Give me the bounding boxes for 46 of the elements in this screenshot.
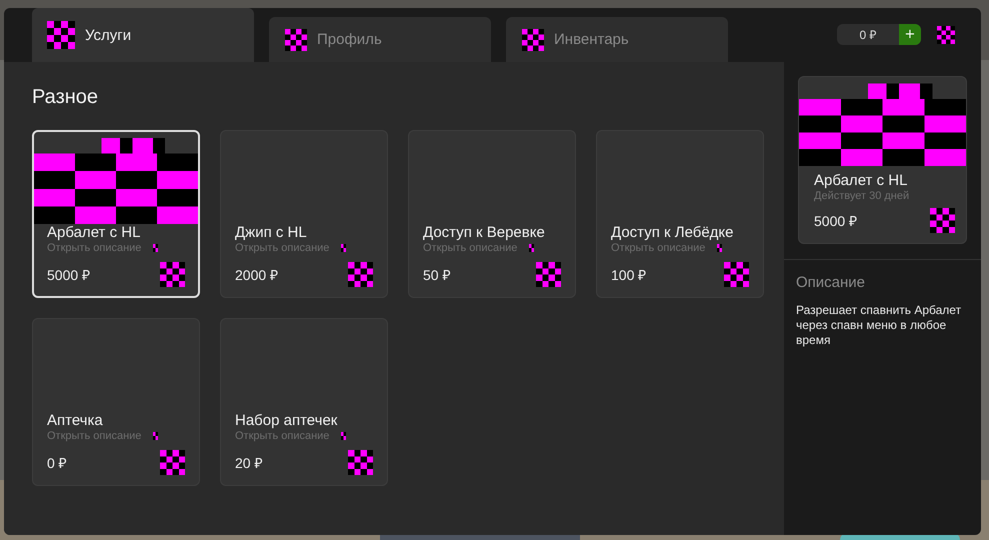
checker-icon <box>153 244 158 252</box>
item-price: 100 ₽ <box>611 266 646 284</box>
item-name: Доступ к Веревке <box>423 224 546 241</box>
tab[interactable]: Инвентарь <box>506 17 728 62</box>
item-name: Доступ к Лебёдке <box>611 224 735 241</box>
item-card[interactable]: Арбалет с HL Открыть описание 5000 ₽ <box>32 130 200 298</box>
checker-icon <box>47 21 75 49</box>
item-price: 20 ₽ <box>235 454 262 472</box>
item-name: Аптечка <box>47 412 104 429</box>
item-name: Набор аптечек <box>235 412 338 429</box>
checker-icon <box>160 262 185 287</box>
item-price: 5000 ₽ <box>814 212 858 230</box>
checker-icon <box>153 432 158 440</box>
checker-icon <box>348 450 373 475</box>
item-card[interactable]: Доступ к Лебёдке Открыть описание 100 ₽ <box>596 130 764 298</box>
duration-text: Действует 30 дней <box>814 190 910 202</box>
checker-icon <box>536 262 561 287</box>
description-text: Разрешает спавнить Арбалет через спавн меню в любое время <box>796 303 962 348</box>
item-name: Арбалет с HL <box>47 224 142 241</box>
item-card[interactable]: Доступ к Веревке Открыть описание 50 ₽ <box>408 130 576 298</box>
item-card[interactable]: Набор аптечек Открыть описание 20 ₽ <box>220 318 388 486</box>
item-price: 5000 ₽ <box>47 266 90 284</box>
checker-icon <box>341 432 346 440</box>
checker-icon <box>348 262 373 287</box>
checker-icon <box>724 262 749 287</box>
balance-amount: 0 ₽ <box>858 27 878 44</box>
checker-icon <box>522 28 544 50</box>
item-card[interactable]: Джип с HL Открыть описание 2000 ₽ <box>220 130 388 298</box>
item-name: Джип с HL <box>235 224 308 241</box>
item-price: 50 ₽ <box>423 266 450 284</box>
checker-icon <box>160 450 185 475</box>
tab[interactable]: Услуги <box>32 8 254 62</box>
checker-icon <box>930 208 955 233</box>
item-card[interactable]: Аптечка Открыть описание 0 ₽ <box>32 318 200 486</box>
item-name: Арбалет с HL <box>814 172 908 189</box>
add-funds-button[interactable]: + <box>899 24 921 45</box>
description-title: Описание <box>796 274 866 291</box>
checker-icon <box>285 28 307 50</box>
item-price: 2000 ₽ <box>235 266 278 284</box>
section-title: Разное <box>32 86 100 109</box>
item-price: 0 ₽ <box>47 454 67 472</box>
checker-icon <box>717 244 722 252</box>
tab[interactable]: Профиль <box>269 17 491 62</box>
checker-icon <box>937 26 955 44</box>
checker-icon <box>341 244 346 252</box>
checker-icon <box>529 244 534 252</box>
